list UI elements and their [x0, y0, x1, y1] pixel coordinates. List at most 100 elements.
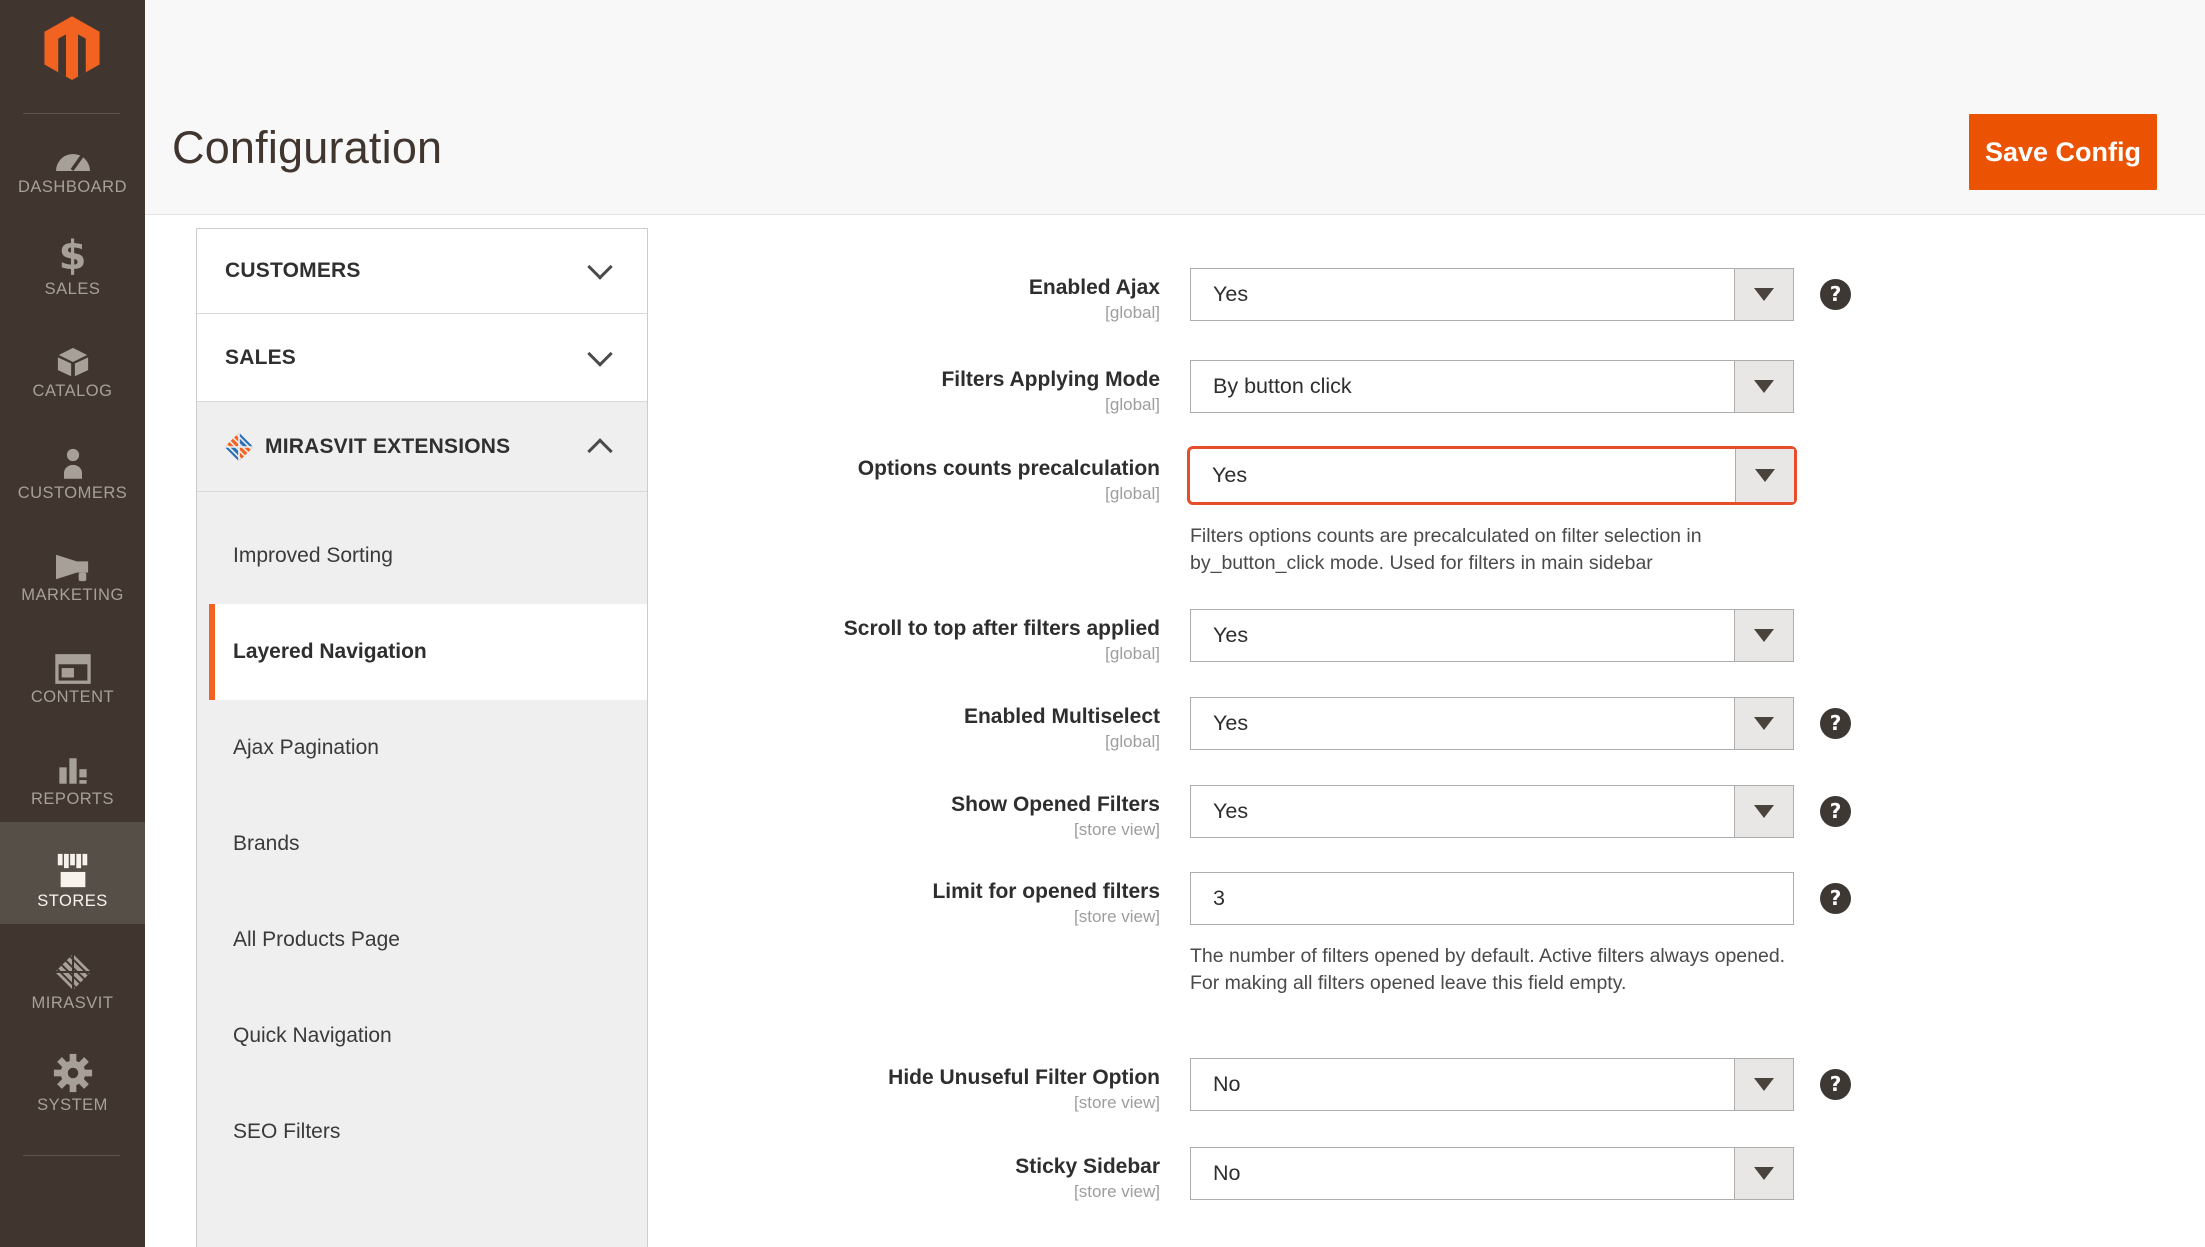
magento-admin-configuration-page: DASHBOARD $ SALES CATALOG CUSTOMERS MARK…	[0, 0, 2205, 1247]
help-icon[interactable]: ?	[1820, 279, 1851, 310]
sidebar-item-label: MIRASVIT	[31, 994, 114, 1012]
sidebar-item-sales[interactable]: $ SALES	[0, 210, 145, 312]
marketing-icon	[52, 538, 94, 584]
mirasvit-icon	[53, 946, 93, 992]
scroll-to-top-select[interactable]: Yes	[1190, 609, 1794, 662]
sidebar-item-mirasvit[interactable]: MIRASVIT	[0, 924, 145, 1026]
sidebar-item-label: CUSTOMERS	[17, 484, 128, 502]
save-config-button[interactable]: Save Config	[1969, 114, 2157, 190]
field-label: Enabled Ajax	[1028, 276, 1160, 299]
sidebar-item-content[interactable]: CONTENT	[0, 618, 145, 720]
dropdown-arrow-icon	[1734, 786, 1793, 837]
field-row-hide-unuseful-filter-option: Hide Unuseful Filter Option [store view]…	[800, 1058, 1851, 1113]
section-label: CUSTOMERS	[225, 259, 361, 282]
page-title: Configuration	[172, 122, 443, 173]
help-icon[interactable]: ?	[1820, 883, 1851, 914]
nav-item-layered-navigation[interactable]: Layered Navigation	[209, 604, 647, 700]
dropdown-arrow-icon	[1734, 1148, 1793, 1199]
field-label-group: Options counts precalculation [global]	[800, 449, 1160, 504]
section-label: SALES	[225, 345, 297, 369]
nav-item-brands[interactable]: Brands	[197, 796, 647, 892]
nav-item-improved-sorting[interactable]: Improved Sorting	[197, 508, 647, 604]
chevron-down-icon	[587, 254, 613, 280]
config-section-sales[interactable]: SALES	[197, 314, 647, 402]
dropdown-arrow-icon	[1734, 1059, 1793, 1110]
sticky-sidebar-select[interactable]: No	[1190, 1147, 1794, 1200]
field-label: Limit for opened filters	[932, 880, 1160, 903]
select-value: By button click	[1213, 374, 1352, 398]
select-value: Yes	[1213, 711, 1249, 735]
field-label-group: Scroll to top after filters applied [glo…	[800, 609, 1160, 664]
show-opened-filters-select[interactable]: Yes	[1190, 785, 1794, 838]
sidebar-item-label: CONTENT	[30, 688, 115, 706]
field-label: Hide Unuseful Filter Option	[888, 1066, 1160, 1089]
field-label: Sticky Sidebar	[1015, 1155, 1160, 1178]
sidebar-item-customers[interactable]: CUSTOMERS	[0, 414, 145, 516]
field-row-sticky-sidebar: Sticky Sidebar [store view] No	[800, 1147, 1794, 1202]
field-scope: [global]	[1105, 732, 1160, 751]
dropdown-arrow-icon	[1734, 361, 1793, 412]
help-icon[interactable]: ?	[1820, 796, 1851, 827]
field-note: Filters options counts are precalculated…	[1190, 525, 1702, 574]
field-scope: [store view]	[1074, 820, 1160, 839]
field-row-options-counts-precalculation: Options counts precalculation [global] Y…	[800, 446, 1797, 577]
field-row-enabled-multiselect: Enabled Multiselect [global] Yes ?	[800, 697, 1851, 752]
select-value: Yes	[1213, 799, 1249, 823]
select-value: Yes	[1213, 282, 1249, 306]
field-label: Filters Applying Mode	[941, 368, 1160, 391]
sidebar-item-label: CATALOG	[32, 382, 113, 400]
section-label: MIRASVIT EXTENSIONS	[265, 434, 511, 458]
sidebar-item-marketing[interactable]: MARKETING	[0, 516, 145, 618]
help-icon[interactable]: ?	[1820, 708, 1851, 739]
sidebar-item-label: REPORTS	[31, 790, 114, 808]
hide-unuseful-filter-option-select[interactable]: No	[1190, 1058, 1794, 1111]
nav-item-all-products-page[interactable]: All Products Page	[197, 892, 647, 988]
field-label: Options counts precalculation	[857, 457, 1160, 480]
select-value: No	[1213, 1161, 1241, 1185]
nav-item-quick-navigation[interactable]: Quick Navigation	[197, 988, 647, 1084]
dashboard-icon	[51, 130, 95, 176]
field-label-group: Show Opened Filters [store view]	[800, 785, 1160, 840]
enabled-multiselect-select[interactable]: Yes	[1190, 697, 1794, 750]
field-label-group: Limit for opened filters [store view]	[800, 872, 1160, 927]
sidebar-item-stores[interactable]: STORES	[0, 822, 145, 924]
page-header: Configuration Save Config	[145, 0, 2205, 215]
field-label-group: Enabled Ajax [global]	[800, 268, 1160, 323]
content-icon	[52, 640, 94, 686]
select-value: Yes	[1212, 463, 1248, 487]
dropdown-arrow-icon	[1734, 610, 1793, 661]
sidebar-item-system[interactable]: SYSTEM	[0, 1026, 145, 1128]
field-row-scroll-to-top: Scroll to top after filters applied [glo…	[800, 609, 1794, 664]
field-scope: [global]	[1105, 303, 1160, 322]
chevron-up-icon	[587, 437, 613, 464]
limit-for-opened-filters-input[interactable]	[1191, 873, 1793, 924]
sidebar-item-reports[interactable]: REPORTS	[0, 720, 145, 822]
enabled-ajax-select[interactable]: Yes	[1190, 268, 1794, 321]
nav-item-ajax-pagination[interactable]: Ajax Pagination	[197, 700, 647, 796]
select-value: No	[1213, 1072, 1241, 1096]
select-value: Yes	[1213, 623, 1249, 647]
sidebar-divider	[23, 1155, 120, 1156]
help-icon[interactable]: ?	[1820, 1069, 1851, 1100]
field-scope: [global]	[1105, 644, 1160, 663]
field-scope: [global]	[1105, 395, 1160, 414]
field-row-show-opened-filters: Show Opened Filters [store view] Yes ?	[800, 785, 1851, 840]
config-section-nav: CUSTOMERS SALES MIRASVIT EXTENSIONS Impr…	[196, 228, 648, 1247]
field-scope: [store view]	[1074, 907, 1160, 926]
config-section-customers[interactable]: CUSTOMERS	[197, 229, 647, 314]
sidebar-item-catalog[interactable]: CATALOG	[0, 312, 145, 414]
options-counts-precalculation-select[interactable]: Yes	[1187, 446, 1797, 505]
field-row-enabled-ajax: Enabled Ajax [global] Yes ?	[800, 268, 1851, 323]
filters-applying-mode-select[interactable]: By button click	[1190, 360, 1794, 413]
sidebar-item-label: SYSTEM	[37, 1096, 108, 1114]
dropdown-arrow-icon	[1734, 698, 1793, 749]
mirasvit-logo-icon	[223, 431, 255, 463]
magento-logo-icon[interactable]	[41, 14, 103, 84]
config-subsection-list: Improved Sorting Layered Navigation Ajax…	[197, 492, 647, 1180]
field-label-group: Hide Unuseful Filter Option [store view]	[800, 1058, 1160, 1113]
nav-item-seo-filters[interactable]: SEO Filters	[197, 1084, 647, 1180]
chevron-down-icon	[587, 340, 613, 367]
sidebar-item-dashboard[interactable]: DASHBOARD	[0, 108, 145, 210]
config-section-mirasvit-extensions[interactable]: MIRASVIT EXTENSIONS	[197, 402, 647, 492]
customers-icon	[55, 436, 91, 482]
